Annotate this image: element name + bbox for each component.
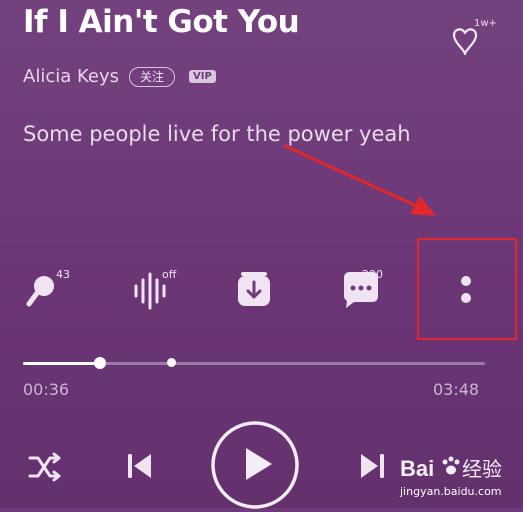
sound-wave-icon	[134, 272, 166, 310]
skip-previous-icon	[128, 454, 151, 478]
current-lyric-line[interactable]: Some people live for the power yeah	[23, 122, 411, 146]
shuffle-button[interactable]	[22, 444, 68, 490]
progress-fill	[23, 362, 101, 365]
watermark-url: jingyan.baidu.com	[400, 485, 502, 498]
previous-button[interactable]	[120, 444, 160, 488]
progress-marker	[166, 358, 176, 367]
total-time: 03:48	[433, 380, 480, 399]
download-button[interactable]	[226, 262, 282, 318]
svg-text:Bai: Bai	[400, 456, 434, 481]
microphone-icon	[26, 276, 54, 307]
sound-effect-status: off	[162, 268, 177, 281]
favorite-count: 1w+	[474, 18, 497, 29]
song-title: If I Ain't Got You	[23, 4, 300, 40]
vip-badge: VIP	[189, 70, 216, 83]
current-time: 00:36	[23, 380, 70, 399]
comments-count: 290	[362, 268, 383, 281]
artist-row: Alicia Keys 关注 VIP	[23, 66, 216, 87]
play-icon	[246, 448, 272, 480]
artist-name[interactable]: Alicia Keys	[23, 66, 119, 87]
download-icon	[238, 272, 270, 306]
heart-icon	[452, 28, 478, 56]
play-button[interactable]	[208, 418, 302, 512]
sing-count: 43	[56, 268, 70, 281]
svg-text:经验: 经验	[462, 457, 502, 481]
paw-logo-icon	[442, 456, 460, 475]
next-button[interactable]	[352, 444, 392, 488]
progress-bar[interactable]	[23, 357, 485, 369]
skip-next-icon	[361, 454, 384, 478]
highlight-box	[417, 238, 517, 340]
shuffle-icon	[28, 452, 61, 482]
follow-button[interactable]: 关注	[128, 66, 175, 87]
